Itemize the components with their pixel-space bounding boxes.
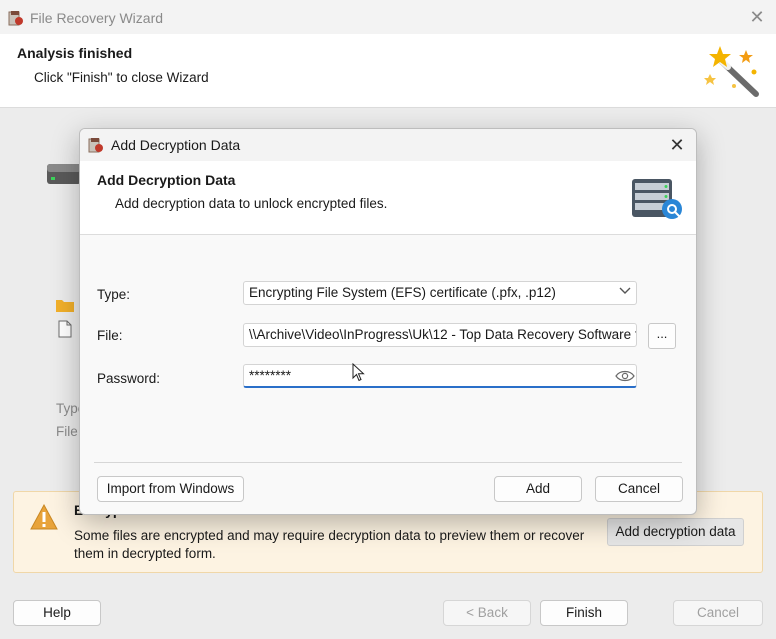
help-button[interactable]: Help [13,600,101,626]
chevron-down-icon[interactable] [618,285,632,297]
type-select[interactable]: Encrypting File System (EFS) certificate… [243,281,637,305]
server-key-icon [632,179,682,219]
ghost-file-label: File [56,424,78,439]
password-input[interactable]: ******** [243,364,637,388]
type-label: Type: [97,287,131,302]
finish-button[interactable]: Finish [540,600,628,626]
browse-button[interactable]: ... [648,323,676,349]
wizard-close-icon[interactable]: ✕ [746,6,768,28]
add-button[interactable]: Add [494,476,582,502]
wizard-header: Analysis finished Click "Finish" to clos… [0,34,776,108]
file-label: File: [97,328,123,343]
dialog-header-subtitle: Add decryption data to unlock encrypted … [115,196,388,211]
add-decryption-data-dialog: Add Decryption Data ✕ Add Decryption Dat… [79,128,697,515]
app-icon [8,11,23,26]
import-from-windows-button[interactable]: Import from Windows [97,476,244,502]
dialog-app-icon [88,138,103,153]
eye-icon[interactable] [615,369,635,383]
file-icon [58,320,72,338]
wizard-titlebar: File Recovery Wizard ✕ [0,0,776,34]
mouse-cursor-icon [352,363,365,382]
back-button[interactable]: < Back [443,600,531,626]
dialog-close-icon[interactable]: ✕ [666,134,688,156]
warning-icon [30,504,58,530]
magic-wand-icon [704,46,759,97]
wizard-header-subtitle: Click "Finish" to close Wizard [34,70,209,85]
dialog-cancel-button[interactable]: Cancel [595,476,683,502]
password-label: Password: [97,371,161,386]
folder-icon [56,300,74,312]
wizard-cancel-button[interactable]: Cancel [673,600,763,626]
dialog-divider [94,462,682,463]
file-path-input[interactable]: \\Archive\Video\InProgress\Uk\12 - Top D… [243,323,637,347]
wizard-header-title: Analysis finished [17,45,133,61]
wizard-title: File Recovery Wizard [30,10,164,26]
dialog-header: Add Decryption Data Add decryption data … [80,161,696,235]
add-decryption-data-button[interactable]: Add decryption data [607,518,744,546]
dialog-titlebar: Add Decryption Data ✕ [80,129,696,161]
dialog-header-title: Add Decryption Data [97,172,236,188]
dialog-title: Add Decryption Data [111,137,241,153]
drive-icon [47,164,81,184]
notice-text: Some files are encrypted and may require… [74,528,585,561]
